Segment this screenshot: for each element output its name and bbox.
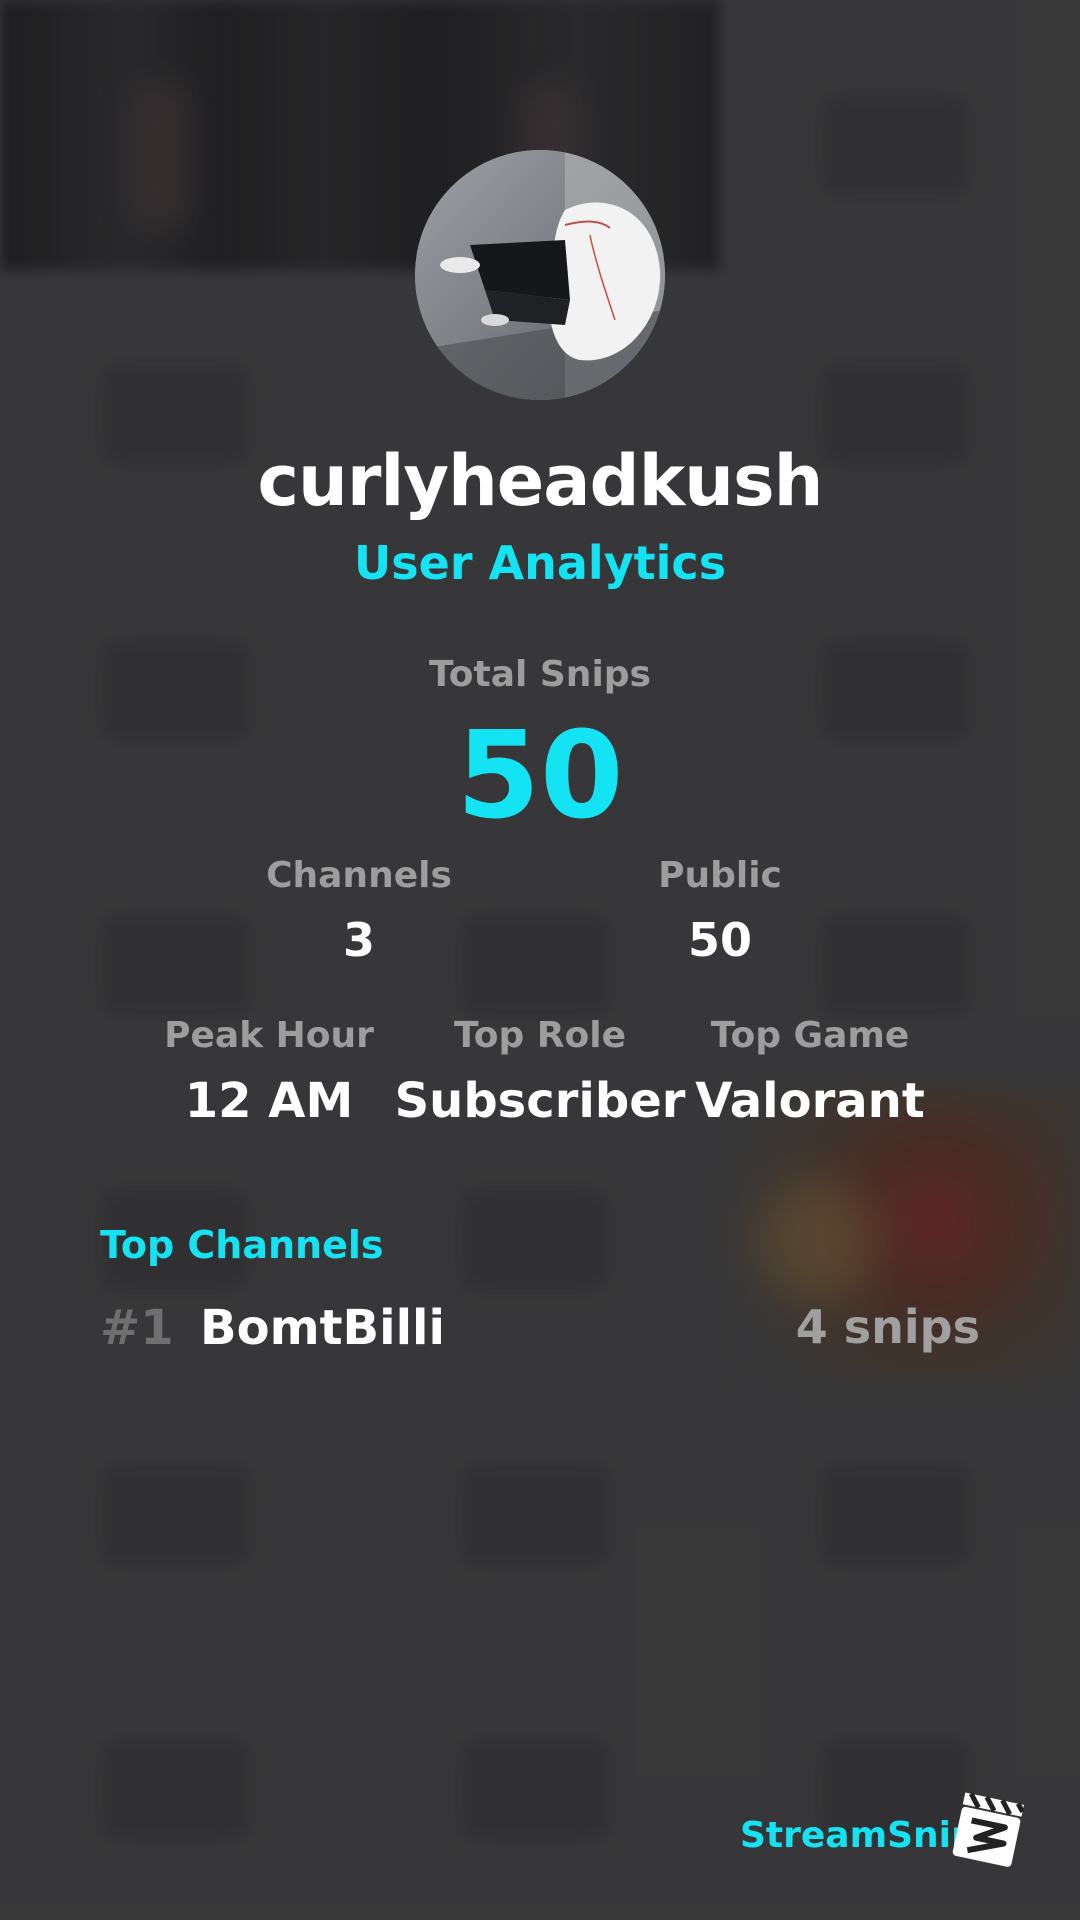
top-channel-row: #1 BomtBilli 4 snips bbox=[100, 1300, 980, 1370]
top-role-label: Top Role bbox=[453, 1015, 627, 1056]
top-game-label: Top Game bbox=[710, 1015, 910, 1056]
peak-hour-value: 12 AM bbox=[184, 1073, 354, 1129]
clapperboard-icon bbox=[948, 1790, 1028, 1870]
channels-value: 3 bbox=[342, 913, 375, 967]
peak-hour-label: Peak Hour bbox=[164, 1015, 374, 1056]
total-snips-label: Total Snips bbox=[429, 654, 651, 695]
top-game-value: Valorant bbox=[695, 1073, 925, 1129]
user-avatar bbox=[415, 150, 665, 400]
top-channels-title: Top Channels bbox=[100, 1223, 384, 1267]
brand-name: StreamSnip bbox=[740, 1815, 977, 1856]
public-label: Public bbox=[658, 855, 782, 896]
public-value: 50 bbox=[687, 913, 752, 967]
channel-name: BomtBilli bbox=[200, 1300, 445, 1356]
channel-rank: #1 bbox=[100, 1300, 174, 1356]
username: curlyheadkush bbox=[257, 440, 823, 522]
channel-snip-count: 4 snips bbox=[795, 1300, 980, 1354]
analytics-card: curlyheadkush User Analytics Total Snips… bbox=[0, 0, 1080, 1920]
channels-label: Channels bbox=[266, 855, 452, 896]
top-role-value: Subscriber bbox=[394, 1073, 686, 1129]
total-snips-value: 50 bbox=[456, 707, 624, 846]
page-subtitle: User Analytics bbox=[353, 536, 727, 590]
user-avatar-photo bbox=[415, 150, 665, 400]
